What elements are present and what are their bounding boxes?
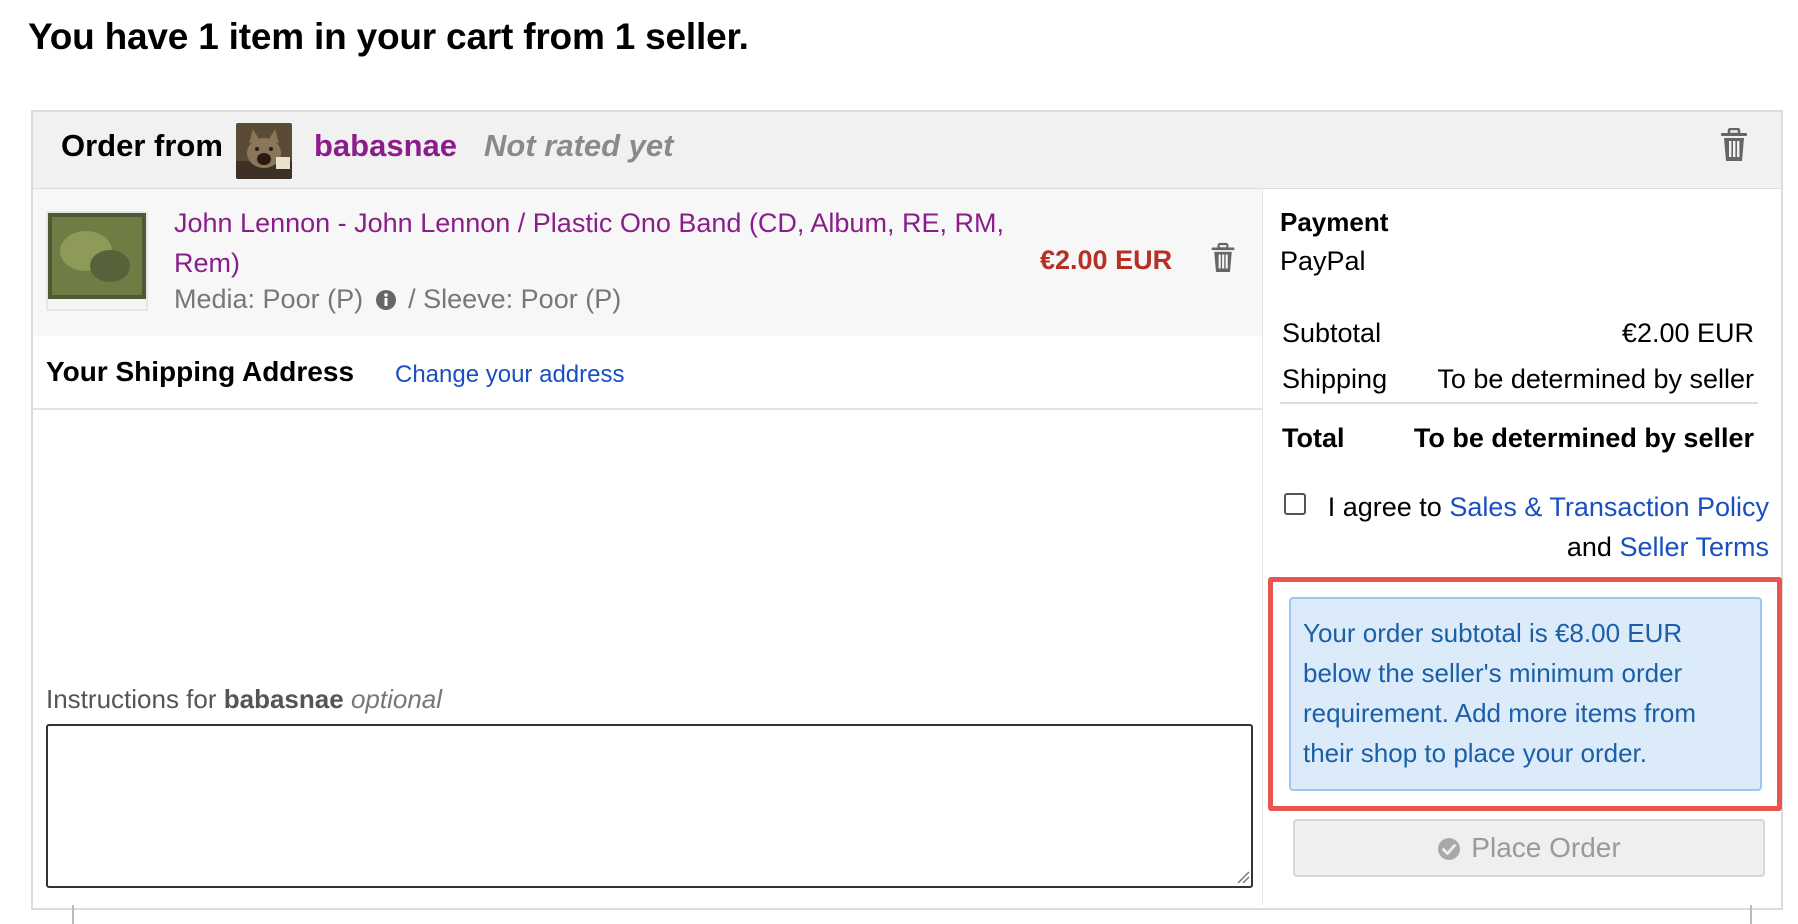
order-header — [33, 112, 1781, 189]
info-icon[interactable] — [375, 287, 397, 318]
instructions-label: Instructions for babasnae optional — [46, 684, 442, 715]
divider — [33, 408, 1262, 410]
seller-avatar[interactable] — [236, 123, 292, 179]
payment-label: Payment — [1280, 207, 1389, 237]
change-address-link[interactable]: Change your address — [395, 361, 624, 389]
instructions-optional: optional — [350, 684, 443, 714]
remove-item-icon[interactable] — [1209, 242, 1237, 274]
check-circle-icon — [1437, 836, 1461, 860]
agree-checkbox[interactable] — [1284, 493, 1306, 515]
agreement-line: and Seller Terms — [1567, 532, 1769, 563]
item-price: €2.00 EUR — [1040, 245, 1173, 275]
item-thumbnail[interactable] — [46, 211, 148, 311]
divider — [1262, 189, 1263, 905]
instructions-label-prefix: Instructions for — [46, 684, 217, 714]
place-order-label: Place Order — [1471, 832, 1621, 863]
payment-method: PayPal — [1280, 246, 1366, 276]
seller-name-link[interactable]: babasnae — [314, 128, 457, 164]
place-order-button[interactable]: Place Order — [1293, 819, 1765, 877]
seller-terms-link[interactable]: Seller Terms — [1619, 532, 1769, 562]
resize-grip-icon[interactable] — [1236, 870, 1250, 884]
total-value: To be determined by seller — [1413, 423, 1754, 453]
agreement-line: I agree to Sales & Transaction Policy — [1328, 492, 1769, 523]
order-from-label: Order from — [61, 128, 223, 163]
total-label: Total — [1282, 423, 1345, 453]
divider — [1280, 402, 1758, 404]
minimum-order-notice: Your order subtotal is €8.00 EUR below t… — [1289, 597, 1762, 791]
media-condition: Media: Poor (P) — [174, 284, 364, 314]
subtotal-value: €2.00 EUR — [1621, 318, 1754, 348]
trash-icon[interactable] — [1718, 127, 1750, 162]
instructions-textarea[interactable] — [46, 724, 1253, 888]
next-section-edge — [72, 905, 1752, 924]
item-condition: Media: Poor (P) / Sleeve: Poor (P) — [174, 284, 621, 318]
shipping-cost-label: Shipping — [1282, 364, 1388, 394]
instructions-seller: babasnae — [223, 684, 344, 714]
sales-policy-link[interactable]: Sales & Transaction Policy — [1449, 492, 1769, 522]
subtotal-label: Subtotal — [1282, 318, 1382, 348]
shipping-address-title: Your Shipping Address — [46, 356, 355, 387]
cart-heading: You have 1 item in your cart from 1 sell… — [28, 16, 749, 57]
agreement-prefix: I agree to — [1327, 492, 1442, 522]
sleeve-condition: / Sleeve: Poor (P) — [408, 284, 622, 314]
shipping-cost-value: To be determined by seller — [1437, 364, 1754, 394]
seller-rating: Not rated yet — [484, 128, 674, 163]
agreement-and: and — [1566, 532, 1612, 562]
item-title-link[interactable]: John Lennon - John Lennon / Plastic Ono … — [174, 203, 1014, 283]
